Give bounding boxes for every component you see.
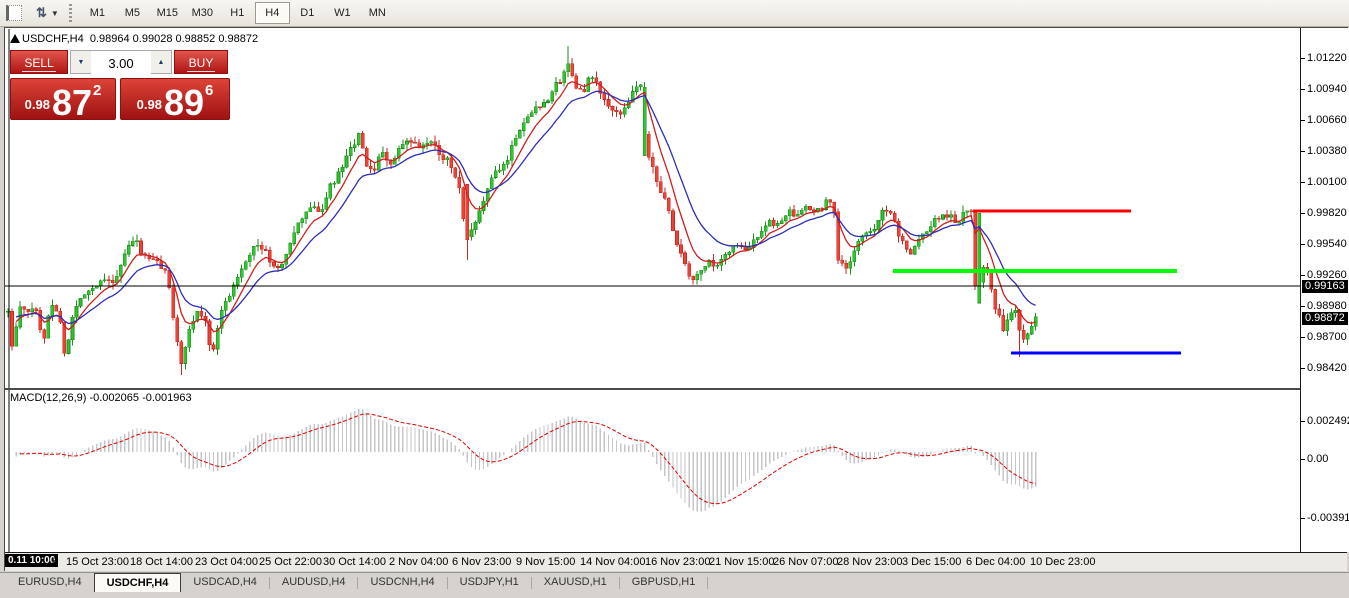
timeframe-button-m15[interactable]: M15 [150, 2, 185, 24]
price-axis-label: 0.99820 [1307, 207, 1347, 220]
chart-tab-usdcnh-h4[interactable]: USDCNH,H4 [358, 573, 446, 592]
price-axis-label: 1.00100 [1307, 176, 1347, 189]
axis-tick [1301, 517, 1305, 519]
date-axis[interactable]: 0.11 10:00 8 15 Oct 23:00 18 Oct 14:00 23 Oc… [5, 552, 1347, 571]
chart-tab-audusd-h4[interactable]: AUDUSD,H4 [270, 573, 358, 592]
axis-tick [1301, 213, 1305, 215]
axis-tick [1301, 182, 1305, 184]
price-axis-label: 0.98420 [1307, 362, 1347, 375]
timeframe-button-m5[interactable]: M5 [115, 2, 150, 24]
trade-panel-row: SELL ▼ ▲ BUY [10, 50, 228, 75]
cycle-arrows-icon[interactable]: ⇅ [36, 5, 47, 21]
price-axis-label: 1.00660 [1307, 114, 1347, 127]
macd-chart-svg[interactable] [5, 390, 1300, 553]
chart-tab-usdjpy-h1[interactable]: USDJPY,H1 [448, 573, 531, 592]
axis-tick [1301, 368, 1305, 370]
timeframe-button-mn[interactable]: MN [360, 2, 395, 24]
chart-tab-xauusd-h1[interactable]: XAUUSD,H1 [532, 573, 619, 592]
macd-indicator-label: MACD(12,26,9) -0.002065 -0.001963 [10, 392, 192, 404]
buy-price-tile[interactable]: 0.98 89 6 [120, 78, 230, 120]
date-axis-label: 14 Nov 04:00 [580, 556, 646, 568]
timeframe-button-d1[interactable]: D1 [290, 2, 325, 24]
date-axis-label: 26 Nov 07:00 [773, 556, 839, 568]
date-axis-label: 2 Nov 04:00 [389, 556, 449, 568]
chart-title-symbol: USDCHF,H4 [22, 33, 84, 45]
terminal-window: ⇅ ▼ M1 M5 M15 M30 H1 H4 D1 W1 MN USDCHF,H4 0.989… [0, 0, 1349, 598]
sell-price-prefix: 0.98 [24, 97, 50, 112]
axis-tick [1301, 244, 1305, 246]
toolbar-grip [68, 4, 72, 22]
axis-tick [1301, 275, 1305, 277]
chart-title-ohlc: 0.98964 0.99028 0.98852 0.98872 [89, 33, 259, 45]
price-axis-label: 0.98980 [1307, 300, 1347, 313]
sell-price-big: 87 [51, 81, 92, 123]
crosshair-date-tooltip: 0.11 10:00 [5, 554, 59, 567]
axis-tick [1301, 151, 1305, 153]
axis-tick [1301, 58, 1305, 60]
price-axis-label: 1.00940 [1307, 83, 1347, 96]
volume-spinner: ▼ ▲ [70, 50, 172, 75]
date-axis-label: 10 Dec 23:00 [1030, 556, 1096, 568]
price-axis-label: 0.99540 [1307, 238, 1347, 251]
timeframe-button-m30[interactable]: M30 [185, 2, 220, 24]
bid-price-label: 0.98872 [1302, 312, 1348, 326]
date-axis-label: 6 Nov 23:00 [452, 556, 512, 568]
sell-price-tile[interactable]: 0.98 87 2 [10, 78, 116, 120]
price-axis-label: 0.98700 [1307, 331, 1347, 344]
buy-price-prefix: 0.98 [136, 97, 162, 112]
date-axis-label: 9 Nov 15:00 [516, 556, 576, 568]
timeframe-button-m1[interactable]: M1 [80, 2, 115, 24]
price-axis-label: 1.00380 [1307, 145, 1347, 158]
volume-input[interactable] [91, 51, 151, 75]
buy-button[interactable]: BUY [174, 50, 228, 74]
price-axis-label: 1.01220 [1307, 52, 1347, 65]
date-axis-label: 25 Oct 22:00 [259, 556, 322, 568]
date-axis-label: 28 Nov 23:00 [837, 556, 903, 568]
macd-axis-top-label: 0.002492 [1307, 415, 1349, 428]
top-toolbar: ⇅ ▼ M1 M5 M15 M30 H1 H4 D1 W1 MN [0, 0, 1349, 27]
axis-tick [1301, 421, 1305, 423]
chart-shift-icon[interactable] [6, 5, 22, 21]
date-axis-label: 16 Nov 23:00 [645, 556, 711, 568]
price-axis[interactable]: 1.01220 1.00940 1.00660 1.00380 1.00100 0.998… [1301, 28, 1349, 552]
chart-tab-eurusd-h4[interactable]: EURUSD,H4 [6, 573, 94, 592]
tab-separator [707, 577, 709, 589]
chart-tab-usdcad-h4[interactable]: USDCAD,H4 [181, 573, 269, 592]
axis-tick [1301, 89, 1305, 91]
price-line-label: 0.99163 [1302, 280, 1348, 293]
volume-increase-button[interactable]: ▲ [151, 51, 171, 73]
chart-tab-usdchf-h4[interactable]: USDCHF,H4 [93, 573, 182, 592]
date-label-stub: 8 [52, 556, 59, 568]
buy-price-big: 89 [163, 81, 204, 123]
timeframe-button-h4[interactable]: H4 [254, 2, 290, 24]
macd-axis-zero-label: 0.00 [1307, 453, 1329, 465]
timeframe-button-group: M1 M5 M15 M30 H1 H4 D1 W1 MN [80, 2, 395, 24]
date-axis-label: 21 Nov 15:00 [709, 556, 775, 568]
macd-axis-bottom-label: -0.003913 [1307, 511, 1349, 524]
axis-tick [1301, 306, 1305, 308]
status-strip [0, 592, 1349, 598]
date-axis-label: 30 Oct 14:00 [323, 556, 386, 568]
volume-decrease-button[interactable]: ▼ [71, 51, 91, 73]
chart-tab-bar: EURUSD,H4 USDCHF,H4 USDCAD,H4 AUDUSD,H4 USDC… [0, 572, 1349, 592]
sell-button[interactable]: SELL [10, 50, 68, 74]
timeframe-button-h1[interactable]: H1 [220, 2, 255, 24]
date-axis-label: 18 Oct 14:00 [130, 556, 193, 568]
chevron-down-icon[interactable]: ▼ [51, 9, 59, 18]
date-axis-label: 23 Oct 04:00 [195, 556, 258, 568]
buy-price-sup: 6 [205, 82, 214, 99]
chart-tab-gbpusd-h1[interactable]: GBPUSD,H1 [620, 573, 708, 592]
chart-title: USDCHF,H4 0.98964 0.99028 0.98852 0.9887… [22, 33, 258, 45]
timeframe-button-w1[interactable]: W1 [325, 2, 360, 24]
date-axis-label: 15 Oct 23:00 [66, 556, 129, 568]
date-axis-label: 6 Dec 04:00 [966, 556, 1026, 568]
axis-tick [1301, 459, 1305, 460]
axis-tick [1301, 120, 1305, 122]
axis-tick [1301, 337, 1305, 339]
date-axis-label: 3 Dec 15:00 [902, 556, 962, 568]
chart-symbol-icon [10, 34, 20, 43]
sell-price-sup: 2 [93, 82, 102, 99]
